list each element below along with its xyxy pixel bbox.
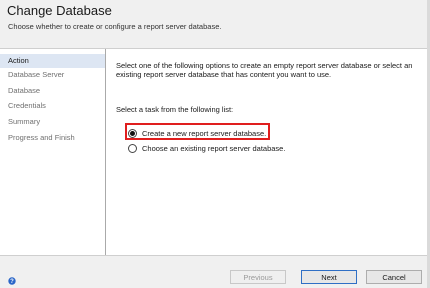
dialog-header: Change Database Choose whether to create… (0, 0, 430, 48)
dialog-footer: ? Previous Next Cancel (0, 256, 430, 288)
svg-text:?: ? (10, 279, 14, 285)
page-title: Change Database (7, 3, 112, 18)
help-icon[interactable]: ? (8, 277, 16, 285)
highlight-box (125, 123, 270, 140)
nav-item-action[interactable]: Action (0, 54, 105, 68)
option-choose-existing-database[interactable]: Choose an existing report server databas… (128, 142, 285, 154)
page-subtitle: Choose whether to create or configure a … (8, 22, 222, 31)
option-label-choose: Choose an existing report server databas… (142, 143, 286, 153)
next-button[interactable]: Next (301, 270, 357, 284)
main-panel: Action Database Server Database Credenti… (0, 48, 430, 256)
wizard-nav: Action Database Server Database Credenti… (0, 49, 106, 255)
nav-item-summary[interactable]: Summary (0, 115, 105, 129)
instructions-text: Select one of the following options to c… (116, 61, 413, 79)
nav-item-progress-and-finish[interactable]: Progress and Finish (0, 131, 105, 145)
task-list-label: Select a task from the following list: (116, 105, 234, 114)
previous-button[interactable]: Previous (230, 270, 286, 284)
nav-item-database-server[interactable]: Database Server (0, 68, 105, 82)
cancel-button[interactable]: Cancel (366, 270, 422, 284)
nav-item-credentials[interactable]: Credentials (0, 99, 105, 113)
radio-unselected-icon[interactable] (128, 143, 137, 153)
nav-item-database[interactable]: Database (0, 84, 105, 98)
